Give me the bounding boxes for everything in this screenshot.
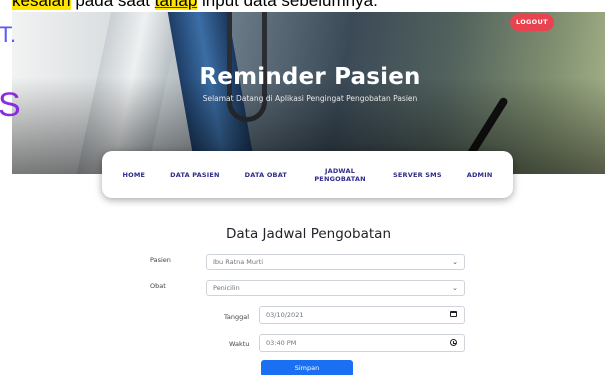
nav-item-data-obat[interactable]: DATA OBAT [245, 171, 287, 179]
pasien-select-value: Ibu Ratna Murti [213, 258, 264, 266]
tanggal-input[interactable]: 03/10/2021 [259, 306, 465, 324]
chevron-down-icon: ⌄ [452, 284, 458, 292]
nav-item-home[interactable]: HOME [122, 171, 145, 179]
form-title: Data Jadwal Pengobatan [225, 226, 392, 242]
chevron-down-icon: ⌄ [452, 258, 458, 266]
waktu-input-value: 03:40 PM [266, 339, 297, 347]
document-text-line: kesalan pada saat tahap input data sebel… [12, 0, 378, 11]
page-brand-title: Reminder Pasien [199, 64, 421, 90]
waktu-label: Waktu [229, 340, 250, 348]
hero-shade [12, 12, 605, 174]
nav-item-server-sms[interactable]: SERVER SMS [393, 171, 442, 179]
page-brand-subtitle: Selamat Datang di Aplikasi Pengingat Pen… [202, 94, 418, 103]
calendar-icon[interactable] [450, 311, 457, 317]
obat-select-value: Penicilin [213, 284, 240, 292]
nav-item-jadwal-pengobatan[interactable]: JADWAL PENGOBATAN [312, 167, 368, 183]
tanggal-input-value: 03/10/2021 [266, 311, 304, 319]
document-text-strip: kesalan pada saat tahap input data sebel… [0, 0, 605, 12]
pasien-label: Pasien [150, 256, 171, 264]
obat-label: Obat [150, 282, 166, 290]
app-window: kesalan pada saat tahap input data sebel… [0, 0, 605, 375]
clock-icon[interactable] [450, 339, 457, 346]
highlighted-word: kesalan [12, 0, 71, 10]
pasien-select[interactable]: Ibu Ratna Murti ⌄ [206, 254, 465, 270]
save-button[interactable]: Simpan [261, 360, 353, 375]
background-letter-t: T. [0, 22, 17, 47]
hero-banner [12, 12, 605, 174]
tanggal-label: Tanggal [224, 313, 250, 321]
nav-item-admin[interactable]: ADMIN [467, 171, 493, 179]
background-letter-s: S [0, 86, 21, 124]
document-text-mid: pada saat [70, 0, 155, 10]
underlined-word: tahap [154, 0, 198, 10]
waktu-input[interactable]: 03:40 PM [259, 334, 465, 352]
main-nav: HOME DATA PASIEN DATA OBAT JADWAL PENGOB… [102, 151, 513, 198]
obat-select[interactable]: Penicilin ⌄ [206, 280, 465, 296]
document-text-tail: input data sebelumnya. [197, 0, 378, 10]
logout-button[interactable]: LOGOUT [510, 14, 554, 31]
nav-item-data-pasien[interactable]: DATA PASIEN [170, 171, 220, 179]
